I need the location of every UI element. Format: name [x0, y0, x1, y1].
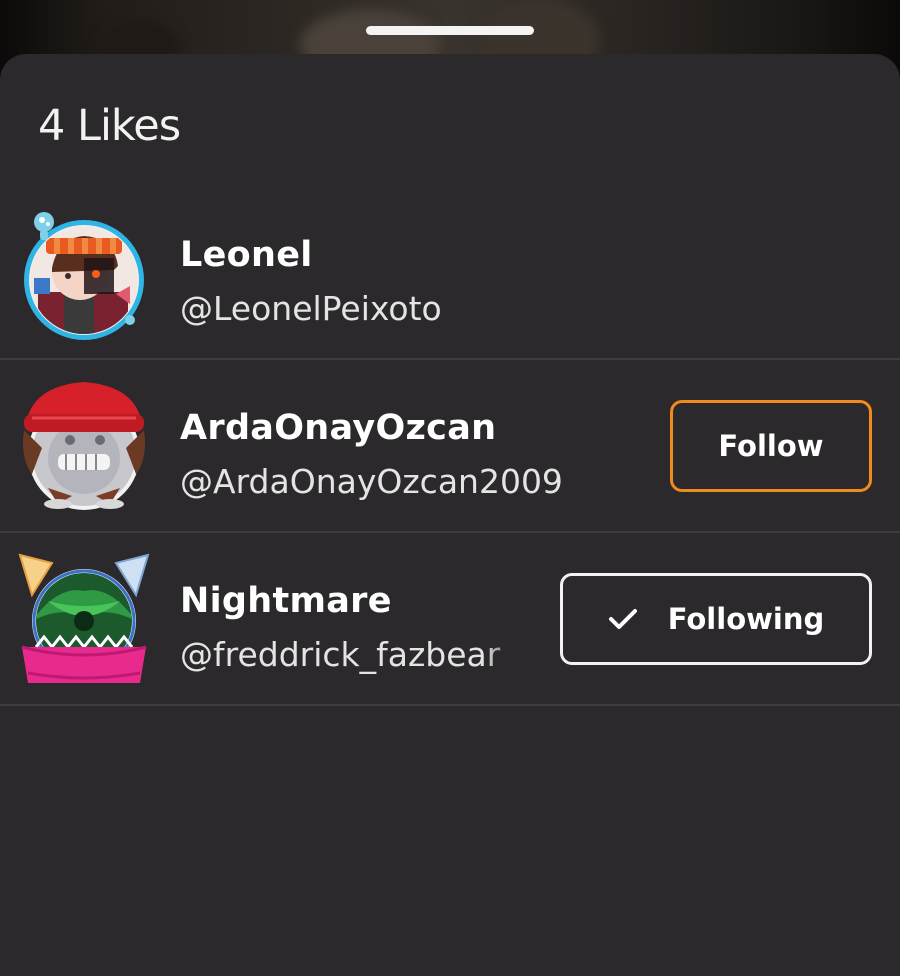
sheet-drag-handle[interactable] [366, 26, 534, 35]
user-display-name: ArdaOnayOzcan [180, 408, 497, 448]
following-button[interactable]: Following [560, 573, 872, 665]
user-handle: @freddrick_fazbear [180, 635, 501, 674]
likes-sheet: 4 Likes Leonel @LeonelPeixoto ArdaOnayOz… [0, 54, 900, 976]
user-row-nightmare[interactable]: Nightmare @freddrick_fazbear Following [0, 533, 900, 706]
checkmark-icon [608, 609, 637, 629]
user-display-name: Leonel [180, 235, 313, 275]
user-avatar[interactable] [18, 378, 150, 510]
user-handle: @LeonelPeixoto [180, 289, 442, 328]
user-row-leonel[interactable]: Leonel @LeonelPeixoto [0, 187, 900, 360]
follow-button-label: Follow [718, 429, 824, 463]
user-handle: @ArdaOnayOzcan2009 [180, 462, 563, 501]
following-button-label: Following [667, 602, 825, 636]
user-avatar[interactable] [18, 551, 150, 683]
follow-button[interactable]: Follow [670, 400, 872, 492]
likes-count-title: 4 Likes [38, 101, 181, 151]
user-row-ardaonayozcan[interactable]: ArdaOnayOzcan @ArdaOnayOzcan2009 Follow [0, 360, 900, 533]
user-avatar[interactable] [18, 208, 150, 340]
user-display-name: Nightmare [180, 581, 392, 621]
